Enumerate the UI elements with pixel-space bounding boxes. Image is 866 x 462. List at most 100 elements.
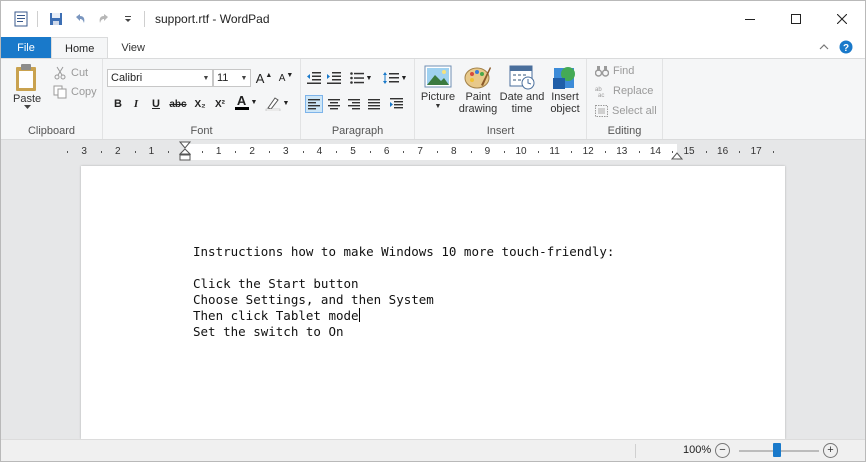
ruler-tick-mark <box>605 151 606 153</box>
title-bar: support.rtf - WordPad <box>1 1 865 37</box>
text-color-glyph: A <box>236 93 247 108</box>
shrink-arrow-icon: ▼ <box>286 71 294 79</box>
justify-button[interactable] <box>365 95 383 113</box>
wordpad-window: support.rtf - WordPad File Home View ? P… <box>0 0 866 462</box>
strikethrough-button[interactable]: abc <box>167 95 189 113</box>
select-all-button[interactable]: Select all <box>595 105 657 117</box>
qat-separator-2 <box>144 11 145 27</box>
ruler-tick-label: 6 <box>383 146 390 157</box>
underline-button[interactable]: U <box>147 95 165 113</box>
first-line-indent-marker[interactable] <box>179 141 191 163</box>
redo-icon[interactable] <box>94 9 114 29</box>
document-text[interactable]: Instructions how to make Windows 10 more… <box>193 244 614 340</box>
window-title: support.rtf - WordPad <box>155 12 270 26</box>
ruler[interactable]: 3 2 1 1 2 3 4 5 6 7 8 9 10 11 12 13 14 15 16 17 <box>67 141 785 163</box>
document-line-with-caret: Then click Tablet mode <box>193 308 614 324</box>
editing-group-label: Editing <box>607 125 642 137</box>
superscript-button[interactable]: X² <box>211 95 229 113</box>
ruler-tick-label: 1 <box>148 146 155 157</box>
line-spacing-dropdown-icon: ▼ <box>400 74 408 82</box>
ribbon: Paste Cut Copy Clipboard Calibri ▼ 11 ▼ <box>1 58 865 140</box>
clipboard-group-label: Clipboard <box>27 125 76 137</box>
justify-icon <box>368 98 380 109</box>
editing-group: Find ab ac Replace Select all Editing <box>587 59 663 139</box>
insert-object-label-1: Insert <box>551 91 579 103</box>
help-icon[interactable]: ? <box>839 40 853 57</box>
highlight-button[interactable]: ▼ <box>263 94 291 112</box>
ruler-tick-label: 1 <box>215 146 222 157</box>
italic-button[interactable]: I <box>127 95 145 113</box>
tab-file[interactable]: File <box>1 37 51 59</box>
svg-text:ac: ac <box>598 93 604 97</box>
align-right-button[interactable] <box>345 95 363 113</box>
tab-home[interactable]: Home <box>51 37 109 59</box>
increase-indent-button[interactable] <box>325 69 343 87</box>
list-button[interactable]: ▼ <box>347 69 375 87</box>
align-left-icon <box>308 98 320 109</box>
insert-object-button[interactable]: Insert object <box>545 63 585 115</box>
insert-object-icon <box>553 67 575 89</box>
replace-button[interactable]: ab ac Replace <box>595 85 653 97</box>
zoom-slider-thumb[interactable] <box>772 443 781 457</box>
line-spacing-button[interactable]: ▼ <box>381 69 409 87</box>
highlight-dropdown-icon: ▼ <box>282 99 290 107</box>
font-size-combo[interactable]: 11 ▼ <box>213 69 251 87</box>
ruler-tick-mark <box>101 151 102 153</box>
decrease-indent-button[interactable] <box>305 69 323 87</box>
document-line: Instructions how to make Windows 10 more… <box>193 244 615 259</box>
date-time-button[interactable]: Date and time <box>499 63 545 115</box>
ruler-tick-label: 7 <box>417 146 423 157</box>
collapse-ribbon-icon[interactable] <box>819 42 829 54</box>
grow-font-button[interactable]: A ▲ <box>255 69 273 87</box>
paragraph-settings-button[interactable] <box>387 95 405 113</box>
customize-qat-icon[interactable] <box>118 9 138 29</box>
insert-object-label-2: object <box>550 103 580 115</box>
bold-button[interactable]: B <box>109 95 127 113</box>
text-caret <box>358 308 360 322</box>
paint-drawing-button[interactable]: Paint drawing <box>457 63 499 115</box>
paragraph-group-label: Paragraph <box>331 125 384 137</box>
document-page[interactable]: Instructions how to make Windows 10 more… <box>81 166 785 439</box>
bullet-list-icon <box>349 72 364 84</box>
svg-text:?: ? <box>843 43 849 54</box>
copy-button[interactable]: Copy <box>53 85 97 99</box>
maximize-button[interactable] <box>773 1 819 37</box>
font-family-dropdown-icon[interactable]: ▼ <box>200 75 212 82</box>
find-label: Find <box>613 65 635 77</box>
ruler-tick-mark <box>403 151 405 153</box>
paste-button[interactable]: Paste <box>13 63 41 109</box>
align-center-button[interactable] <box>325 95 343 113</box>
ruler-tick-label: 12 <box>582 146 594 157</box>
app-menu-icon[interactable] <box>11 9 31 29</box>
ruler-tick-mark <box>571 151 573 153</box>
undo-icon[interactable] <box>70 9 90 29</box>
ruler-tick-mark <box>739 151 741 153</box>
font-family-combo[interactable]: Calibri ▼ <box>107 69 213 87</box>
ruler-tick-mark <box>638 151 640 153</box>
close-button[interactable] <box>819 1 865 37</box>
save-icon[interactable] <box>46 9 66 29</box>
tab-view[interactable]: View <box>108 37 158 59</box>
ruler-left-margin <box>81 144 185 160</box>
document-line: Click the Start button <box>193 276 359 291</box>
font-family-value: Calibri <box>111 72 143 84</box>
align-left-button[interactable] <box>305 95 323 113</box>
zoom-level: 100% <box>683 444 712 456</box>
ruler-tick-mark <box>336 151 338 153</box>
shrink-font-button[interactable]: A ▼ <box>277 69 295 87</box>
zoom-in-button[interactable]: + <box>823 443 838 458</box>
minimize-button[interactable] <box>727 1 773 37</box>
ruler-tick-mark <box>672 151 674 153</box>
subscript-button[interactable]: X₂ <box>191 95 209 113</box>
text-color-button[interactable]: A ▼ <box>233 93 259 111</box>
picture-button[interactable]: Picture ▼ <box>419 63 457 110</box>
select-all-icon <box>595 105 608 117</box>
cut-button[interactable]: Cut <box>53 66 88 80</box>
find-button[interactable]: Find <box>595 65 634 77</box>
date-time-label-1: Date and <box>499 91 545 103</box>
font-size-dropdown-icon[interactable]: ▼ <box>238 75 250 82</box>
status-bar: 100% − + <box>1 439 865 461</box>
paragraph-group: ▼ ▼ Paragraph <box>301 59 415 139</box>
zoom-out-button[interactable]: − <box>715 443 730 458</box>
